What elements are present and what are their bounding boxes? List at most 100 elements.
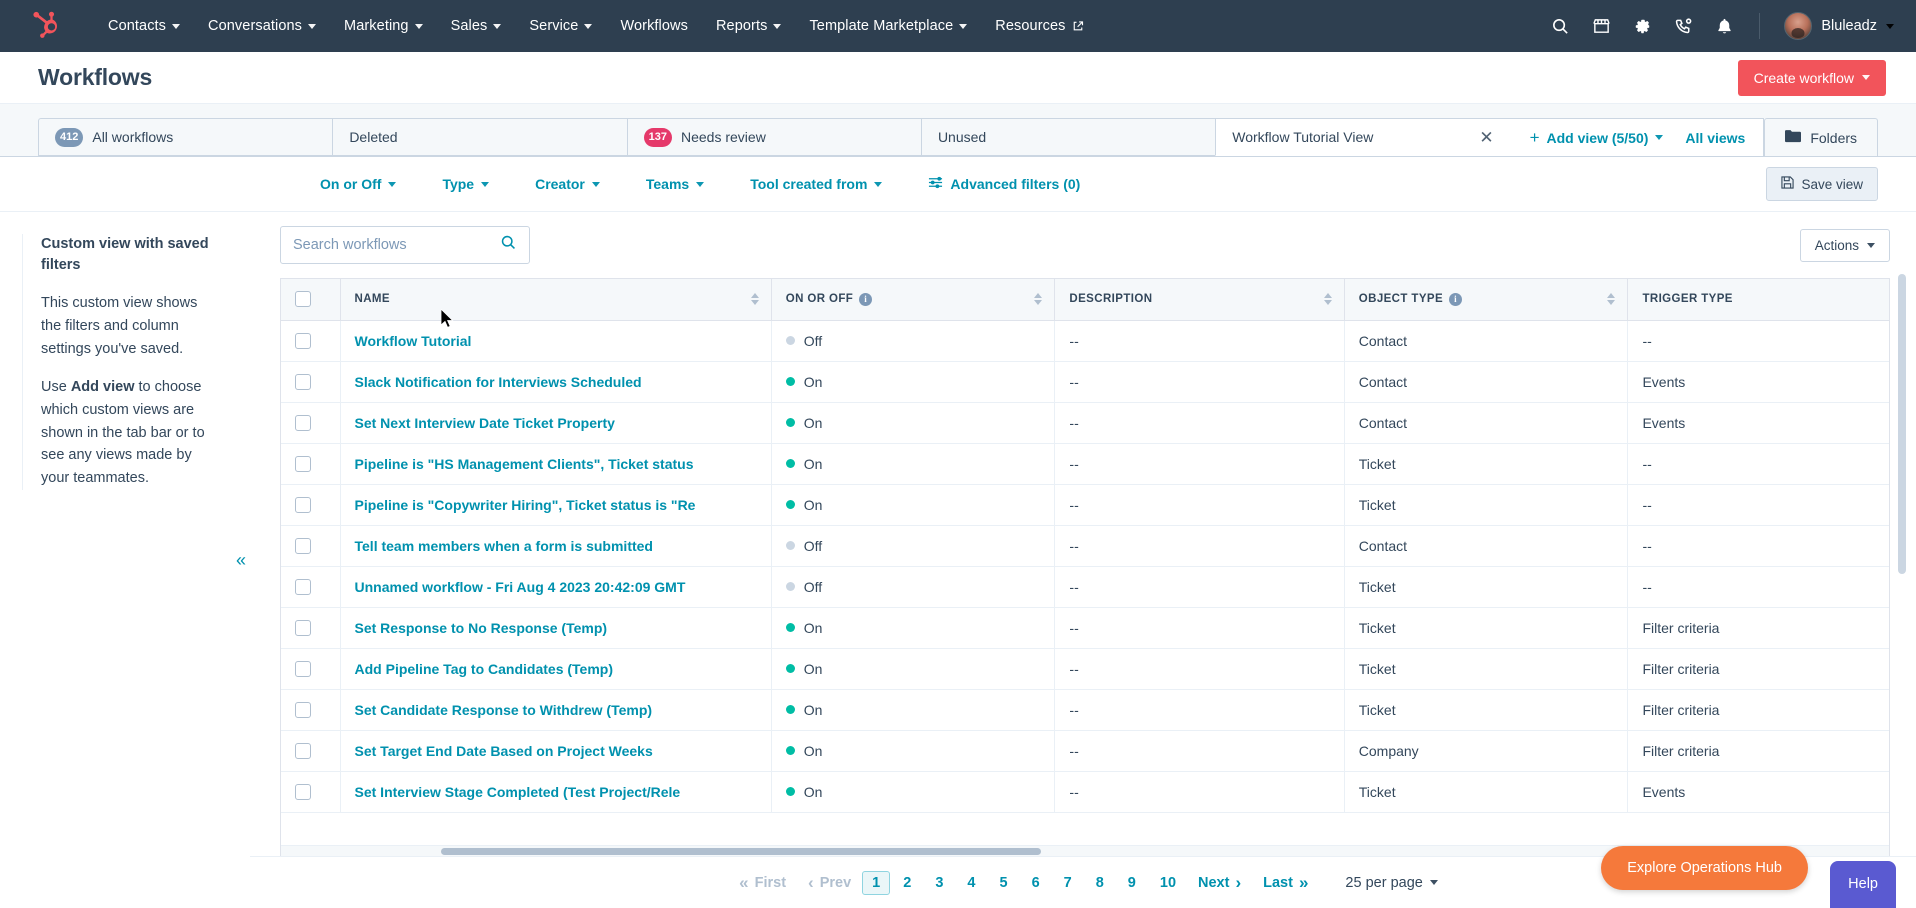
- row-checkbox[interactable]: [295, 702, 311, 719]
- column-header-name[interactable]: NAME: [340, 279, 772, 321]
- tab-all-workflows[interactable]: 412 All workflows: [38, 118, 333, 156]
- table-row[interactable]: Pipeline is "Copywriter Hiring", Ticket …: [281, 484, 1889, 526]
- nav-item-conversations[interactable]: Conversations: [194, 12, 330, 40]
- table-row[interactable]: Set Candidate Response to Withdrew (Temp…: [281, 689, 1889, 731]
- calling-icon[interactable]: [1673, 16, 1694, 37]
- workflow-name-link[interactable]: Pipeline is "HS Management Clients", Tic…: [355, 456, 694, 472]
- pagination-page-4[interactable]: 4: [956, 870, 986, 896]
- scrollbar-thumb[interactable]: [441, 848, 1041, 855]
- workflow-name-link[interactable]: Set Target End Date Based on Project Wee…: [355, 743, 653, 759]
- workflow-name-link[interactable]: Pipeline is "Copywriter Hiring", Ticket …: [355, 497, 696, 513]
- scrollbar-thumb[interactable]: [1898, 274, 1906, 574]
- table-row[interactable]: Set Response to No Response (Temp) On -- Ti…: [281, 607, 1889, 649]
- pagination-page-6[interactable]: 6: [1021, 870, 1051, 896]
- workflow-name-link[interactable]: Slack Notification for Interviews Schedu…: [355, 374, 642, 390]
- add-view-button[interactable]: + Add view (5/50): [1530, 129, 1664, 146]
- nav-item-marketing[interactable]: Marketing: [330, 12, 437, 40]
- pagination-last[interactable]: Last »: [1252, 869, 1319, 896]
- row-checkbox[interactable]: [295, 743, 311, 760]
- column-header-description[interactable]: DESCRIPTION: [1054, 279, 1345, 321]
- folders-button[interactable]: Folders: [1764, 118, 1879, 156]
- pagination-page-3[interactable]: 3: [924, 870, 954, 896]
- table-row[interactable]: Set Target End Date Based on Project Wee…: [281, 730, 1889, 772]
- per-page-selector[interactable]: 25 per page: [1345, 875, 1438, 891]
- tab-unused[interactable]: Unused: [920, 118, 1216, 156]
- nav-item-contacts[interactable]: Contacts: [94, 12, 194, 40]
- nav-item-resources[interactable]: Resources: [981, 12, 1097, 40]
- info-icon[interactable]: i: [859, 292, 873, 306]
- nav-item-reports[interactable]: Reports: [702, 12, 795, 40]
- info-icon[interactable]: i: [1449, 292, 1463, 306]
- nav-item-service[interactable]: Service: [515, 12, 606, 40]
- table-row[interactable]: Set Interview Stage Completed (Test Proj…: [281, 771, 1889, 813]
- filter-creator[interactable]: Creator: [535, 176, 600, 192]
- workflow-name-link[interactable]: Set Next Interview Date Ticket Property: [355, 415, 615, 431]
- workflow-name-link[interactable]: Add Pipeline Tag to Candidates (Temp): [355, 661, 614, 677]
- table-row[interactable]: Add Pipeline Tag to Candidates (Temp) On -…: [281, 648, 1889, 690]
- row-checkbox[interactable]: [295, 784, 311, 801]
- row-checkbox[interactable]: [295, 497, 311, 514]
- workflow-name-link[interactable]: Set Response to No Response (Temp): [355, 620, 608, 636]
- pagination-page-2[interactable]: 2: [892, 870, 922, 896]
- row-checkbox[interactable]: [295, 579, 311, 596]
- marketplace-icon[interactable]: [1591, 16, 1612, 37]
- table-row[interactable]: Set Next Interview Date Ticket Property O…: [281, 402, 1889, 444]
- pagination-first[interactable]: « First: [728, 869, 797, 896]
- nav-item-workflows[interactable]: Workflows: [606, 12, 702, 40]
- user-account-menu[interactable]: Bluleadz: [1784, 12, 1894, 40]
- workflows-table-scroll[interactable]: NAME ON OR OFF i DESCRIPTION OBJECT TYPE…: [280, 278, 1890, 856]
- sort-toggle-icon[interactable]: [750, 293, 759, 306]
- sort-toggle-icon[interactable]: [1034, 293, 1043, 306]
- pagination-page-5[interactable]: 5: [988, 870, 1018, 896]
- column-header-trigger-type[interactable]: TRIGGER TYPE: [1627, 279, 1889, 321]
- close-icon[interactable]: ✕: [1469, 129, 1493, 146]
- search-icon[interactable]: [500, 234, 517, 256]
- table-row[interactable]: Pipeline is "HS Management Clients", Tic…: [281, 443, 1889, 485]
- column-header-object-type[interactable]: OBJECT TYPE i: [1344, 279, 1629, 321]
- row-checkbox[interactable]: [295, 456, 311, 473]
- row-checkbox[interactable]: [295, 661, 311, 678]
- filter-type[interactable]: Type: [442, 176, 490, 192]
- search-workflows-box[interactable]: [280, 226, 530, 264]
- sort-toggle-icon[interactable]: [1607, 293, 1616, 306]
- workflow-name-link[interactable]: Set Candidate Response to Withdrew (Temp…: [355, 702, 653, 718]
- save-view-button[interactable]: Save view: [1766, 167, 1878, 201]
- table-row[interactable]: Unnamed workflow - Fri Aug 4 2023 20:42:…: [281, 566, 1889, 608]
- row-checkbox[interactable]: [295, 415, 311, 432]
- nav-item-template-marketplace[interactable]: Template Marketplace: [795, 12, 981, 40]
- workflow-name-link[interactable]: Unnamed workflow - Fri Aug 4 2023 20:42:…: [355, 579, 686, 595]
- workflow-name-link[interactable]: Workflow Tutorial: [355, 333, 472, 349]
- hubspot-logo-icon[interactable]: [30, 9, 64, 43]
- row-checkbox[interactable]: [295, 374, 311, 391]
- pagination-page-9[interactable]: 9: [1117, 870, 1147, 896]
- settings-gear-icon[interactable]: [1632, 16, 1653, 37]
- advanced-filters-button[interactable]: Advanced filters (0): [928, 175, 1080, 193]
- tab-deleted[interactable]: Deleted: [332, 118, 627, 156]
- row-checkbox[interactable]: [295, 333, 311, 350]
- column-header-on-or-off[interactable]: ON OR OFF i: [771, 279, 1056, 321]
- workflow-name-link[interactable]: Set Interview Stage Completed (Test Proj…: [355, 784, 681, 800]
- table-row[interactable]: Slack Notification for Interviews Schedu…: [281, 361, 1889, 403]
- pagination-page-8[interactable]: 8: [1085, 870, 1115, 896]
- pagination-page-1[interactable]: 1: [862, 870, 891, 895]
- explore-operations-hub-button[interactable]: Explore Operations Hub: [1601, 846, 1808, 890]
- sort-toggle-icon[interactable]: [1323, 293, 1332, 306]
- notifications-bell-icon[interactable]: [1714, 16, 1735, 37]
- filter-tool-created-from[interactable]: Tool created from: [750, 176, 883, 192]
- filter-teams[interactable]: Teams: [646, 176, 705, 192]
- row-checkbox[interactable]: [295, 538, 311, 555]
- tab-needs-review[interactable]: 137 Needs review: [626, 118, 921, 156]
- table-row[interactable]: Workflow Tutorial Off -- Contact --: [281, 320, 1889, 362]
- pagination-next[interactable]: Next ›: [1187, 869, 1252, 896]
- pagination-page-7[interactable]: 7: [1053, 870, 1083, 896]
- pagination-prev[interactable]: ‹ Prev: [797, 869, 862, 896]
- help-button[interactable]: Help: [1830, 861, 1896, 908]
- search-icon[interactable]: [1550, 16, 1571, 37]
- search-input[interactable]: [293, 237, 500, 253]
- pagination-page-10[interactable]: 10: [1149, 870, 1187, 896]
- workflow-name-link[interactable]: Tell team members when a form is submitt…: [355, 538, 653, 554]
- row-checkbox[interactable]: [295, 620, 311, 637]
- create-workflow-button[interactable]: Create workflow: [1737, 59, 1886, 96]
- filter-on-or-off[interactable]: On or Off: [320, 176, 397, 192]
- chevron-double-left-icon[interactable]: «: [236, 551, 246, 569]
